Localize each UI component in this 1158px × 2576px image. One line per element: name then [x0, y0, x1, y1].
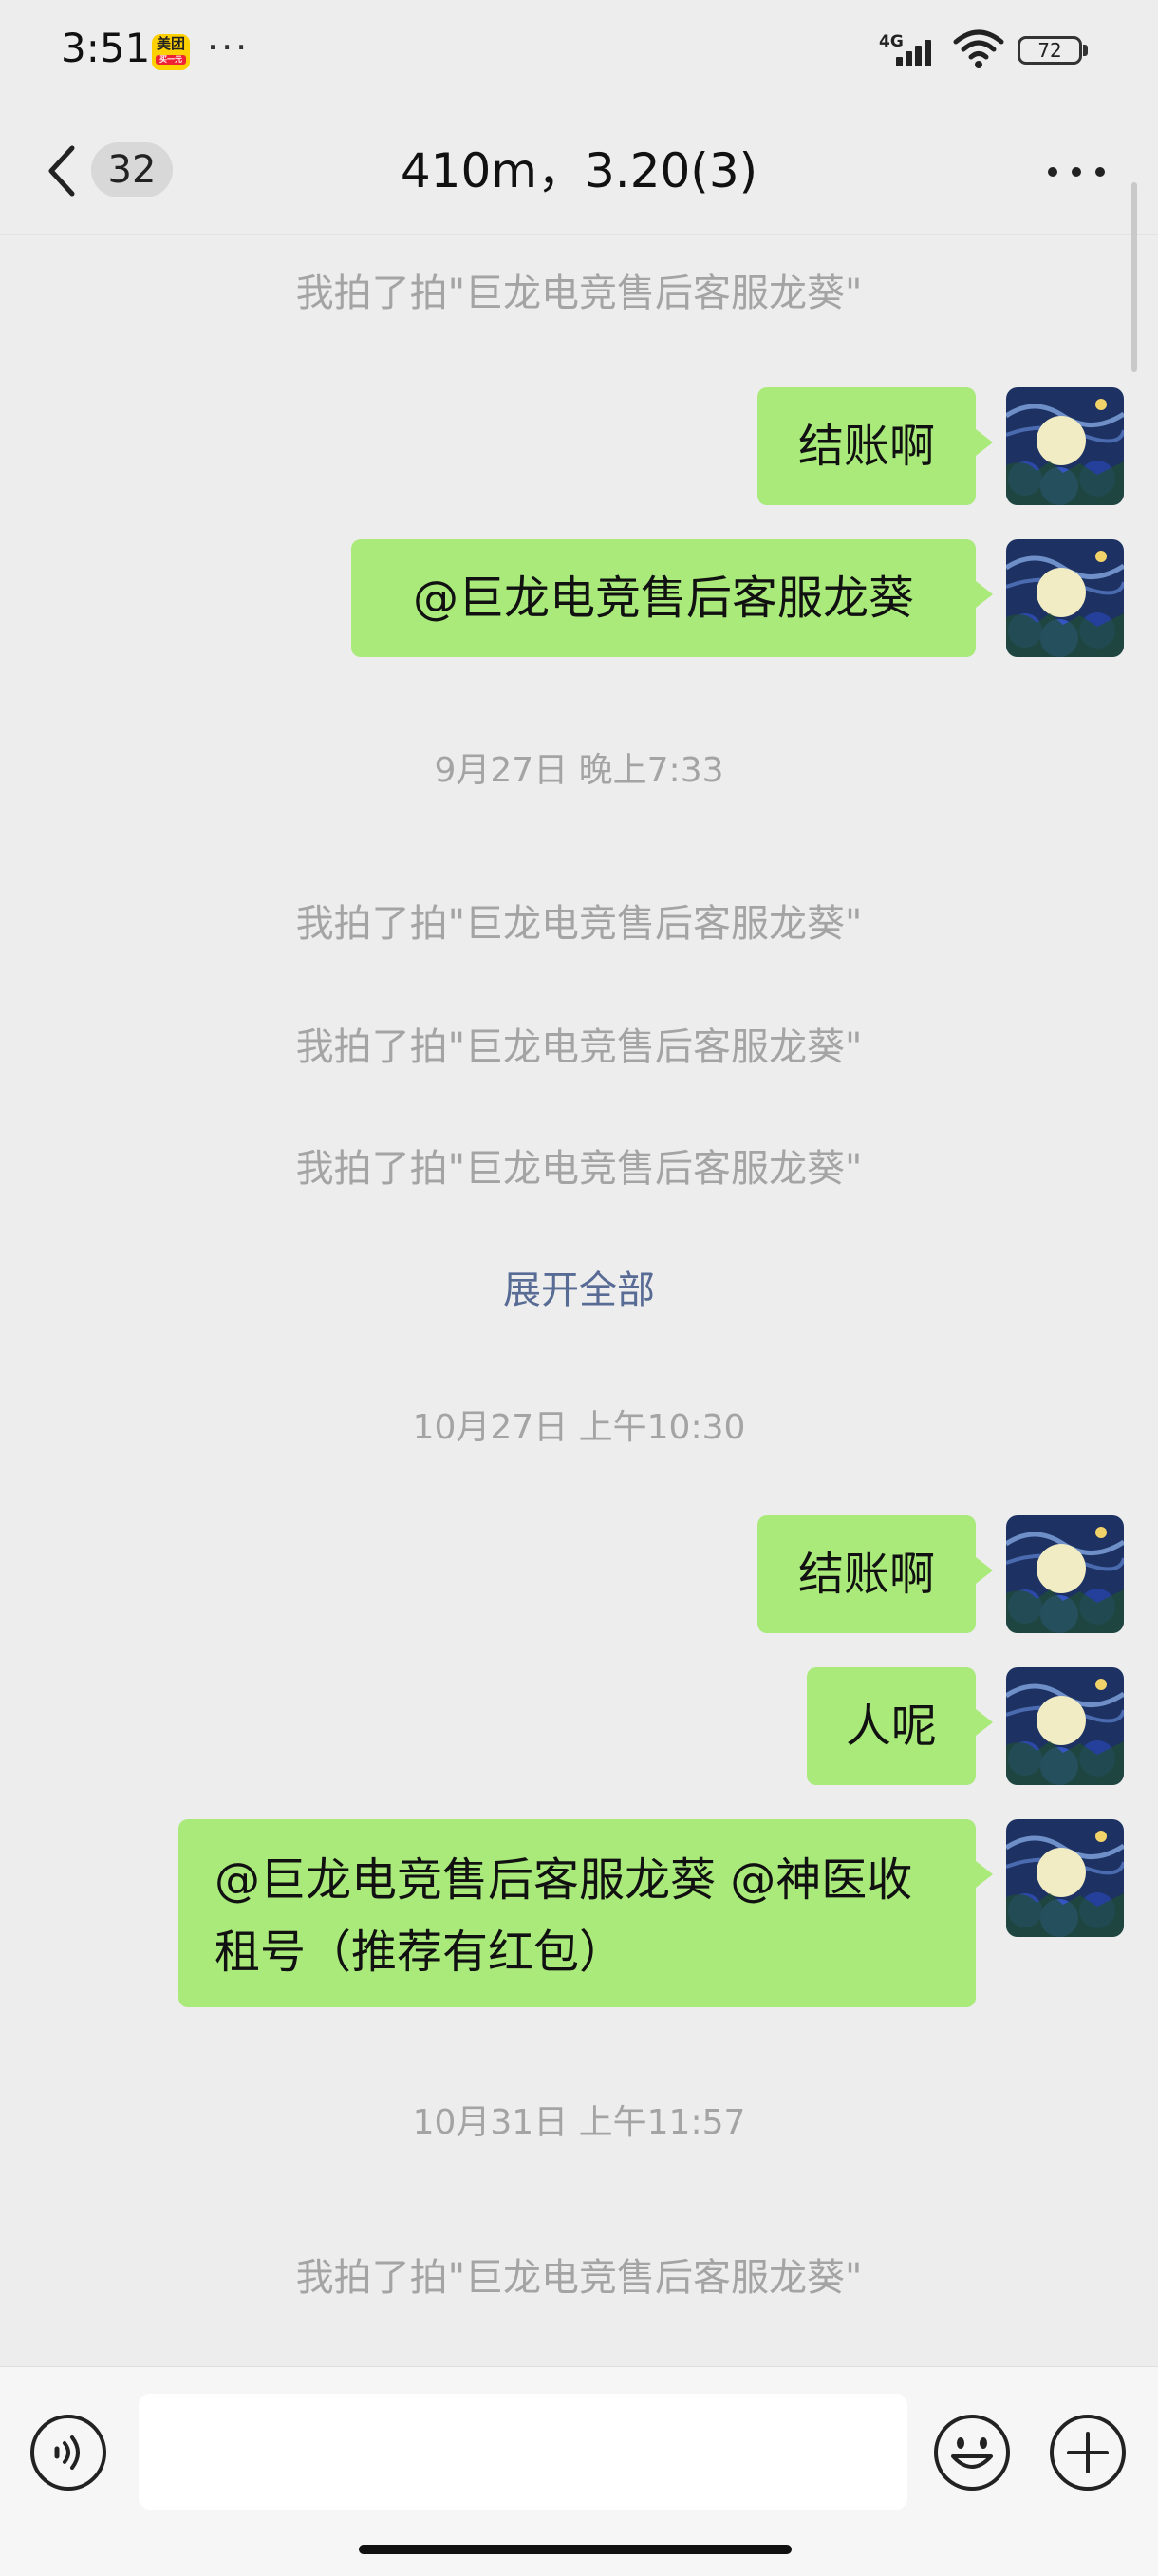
status-time: 3:51 [61, 25, 151, 71]
avatar[interactable] [1006, 1819, 1124, 1937]
avatar-image [1006, 1515, 1124, 1633]
voice-icon[interactable] [28, 2413, 108, 2492]
status-bar: 3:51 美团 买一元 ··· 4G 72 [0, 0, 1158, 104]
chat-title: 410m，3.20(3) [400, 143, 758, 198]
timestamp: 10月31日 上午11:57 [412, 2103, 746, 2142]
sent-message-bubble[interactable]: 人呢 [807, 1667, 993, 1785]
system-message: 我拍了拍"巨龙电竞售后客服龙葵" [295, 2256, 863, 2300]
system-message: 我拍了拍"巨龙电竞售后客服龙葵" [295, 272, 863, 315]
meituan-app-icon: 美团 买一元 [152, 34, 190, 70]
system-message: 我拍了拍"巨龙电竞售后客服龙葵" [295, 902, 863, 946]
avatar[interactable] [1006, 539, 1124, 657]
chat-header: 32 410m，3.20(3) [0, 104, 1158, 235]
more-horizontal-icon [1048, 167, 1057, 177]
sent-message-bubble[interactable]: 结账啊 [757, 387, 993, 505]
more-options-button[interactable] [1040, 144, 1112, 197]
plus-icon[interactable] [1048, 2413, 1128, 2492]
avatar-image [1006, 1667, 1124, 1785]
avatar-image [1006, 539, 1124, 657]
timestamp: 9月27日 晚上7:33 [434, 751, 724, 790]
message-input[interactable] [139, 2394, 907, 2510]
battery-tip [1083, 45, 1088, 56]
sent-message-bubble[interactable]: @巨龙电竞售后客服龙葵 [351, 539, 993, 657]
avatar[interactable] [1006, 1667, 1124, 1785]
notification-more-icon: ··· [207, 27, 251, 68]
sent-message-bubble[interactable]: @巨龙电竞售后客服龙葵 @神医收租号（推荐有红包） [178, 1819, 993, 2007]
expand-all-link[interactable]: 展开全部 [0, 1259, 1158, 1314]
timestamp: 10月27日 上午10:30 [412, 1408, 746, 1447]
avatar[interactable] [1006, 1515, 1124, 1633]
emoji-icon[interactable] [932, 2413, 1012, 2492]
network-type: 4G [879, 32, 904, 51]
home-indicator[interactable] [359, 2545, 792, 2554]
avatar[interactable] [1006, 387, 1124, 505]
sent-message-bubble[interactable]: 结账啊 [757, 1515, 993, 1633]
system-message: 我拍了拍"巨龙电竞售后客服龙葵" [295, 1025, 863, 1069]
avatar-image [1006, 387, 1124, 505]
wifi-icon [953, 29, 1004, 68]
avatar-image [1006, 1819, 1124, 1937]
system-message: 我拍了拍"巨龙电竞售后客服龙葵" [295, 1147, 863, 1191]
battery-icon: 72 [1018, 36, 1082, 65]
battery-level: 72 [1037, 39, 1062, 62]
